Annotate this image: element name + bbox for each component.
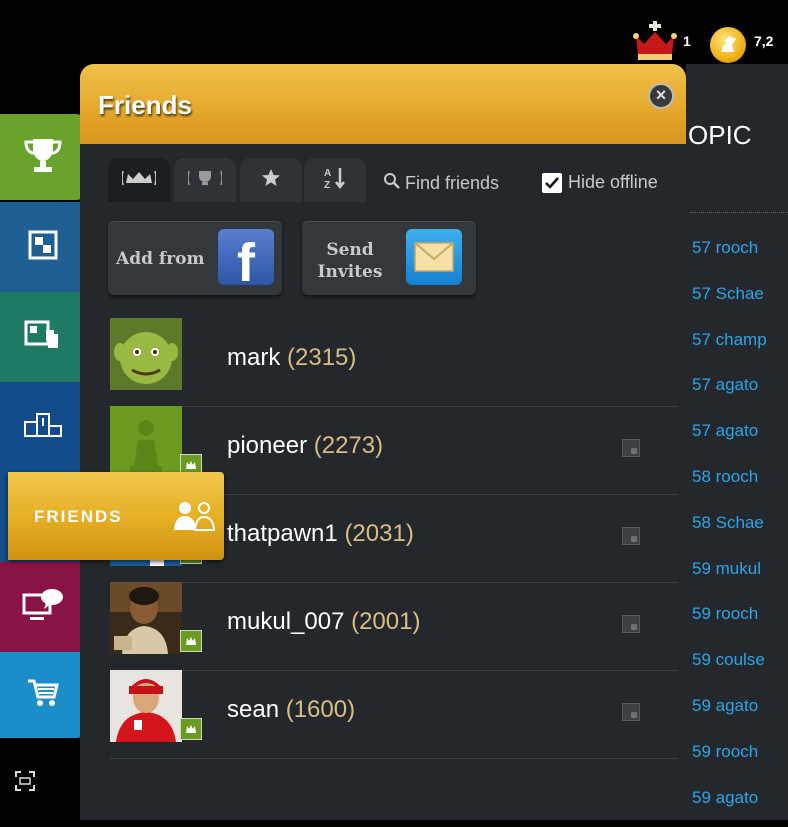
send-invites-button[interactable]: Send Invites bbox=[302, 221, 476, 295]
friend-name[interactable]: sean (1600) bbox=[227, 696, 355, 724]
list-item[interactable]: 57 champ bbox=[692, 324, 767, 370]
facebook-icon: f bbox=[218, 229, 274, 285]
divider bbox=[690, 212, 788, 213]
panel-title: Friends bbox=[98, 90, 192, 120]
king-icon bbox=[121, 169, 157, 192]
top-bar: 1 7,2 bbox=[0, 0, 788, 64]
friend-name[interactable]: pioneer (2273) bbox=[227, 432, 383, 460]
friend-rating: (2273) bbox=[313, 432, 384, 459]
trophy-outline-icon bbox=[187, 169, 223, 192]
coin-icon bbox=[710, 27, 746, 63]
challenge-icon[interactable] bbox=[622, 527, 640, 545]
close-button[interactable]: × bbox=[648, 83, 674, 109]
challenge-icon[interactable] bbox=[622, 703, 640, 721]
friend-row[interactable]: mark (2315) bbox=[110, 318, 678, 407]
friend-row[interactable]: sean (1600) bbox=[110, 670, 678, 759]
nav-shop[interactable] bbox=[0, 652, 86, 738]
crown-count: 1 bbox=[683, 33, 691, 49]
chat-icon bbox=[22, 587, 64, 628]
podium-icon bbox=[23, 412, 63, 443]
challenge-icon[interactable] bbox=[622, 615, 640, 633]
tab-tournament-friends[interactable] bbox=[174, 158, 236, 202]
sort-az-icon: A Z bbox=[323, 166, 347, 195]
nav-chat[interactable] bbox=[0, 562, 86, 652]
friend-row[interactable]: mukul_007 (2001) bbox=[110, 582, 678, 671]
avatar bbox=[110, 670, 182, 742]
list-item[interactable]: 59 rooch bbox=[692, 598, 767, 644]
fullscreen-icon[interactable] bbox=[14, 770, 36, 797]
list-item[interactable]: 58 rooch bbox=[692, 461, 767, 507]
avatar bbox=[110, 582, 182, 654]
list-item[interactable]: 59 agato bbox=[692, 690, 767, 736]
avatar bbox=[110, 318, 182, 390]
hide-offline-checkbox[interactable] bbox=[542, 172, 562, 193]
hide-offline-label: Hide offline bbox=[568, 172, 658, 192]
friend-name[interactable]: mark (2315) bbox=[227, 344, 356, 372]
svg-text:Z: Z bbox=[324, 180, 330, 190]
add-from-label: Add from bbox=[116, 249, 205, 269]
pawn-badge-icon bbox=[180, 630, 202, 652]
friend-name[interactable]: thatpawn1 (2031) bbox=[227, 520, 414, 548]
list-item[interactable]: 58 Schae bbox=[692, 507, 767, 553]
find-friends-link[interactable]: Find friends bbox=[383, 172, 499, 195]
add-from-facebook-button[interactable]: Add from f bbox=[108, 221, 282, 295]
trophy-icon bbox=[23, 135, 63, 180]
list-item[interactable]: 57 rooch bbox=[692, 232, 767, 278]
challenge-icon[interactable] bbox=[622, 439, 640, 457]
nav-leaderboard[interactable] bbox=[0, 382, 86, 472]
friend-rating: (2001) bbox=[351, 608, 421, 635]
crown-icon bbox=[632, 20, 678, 69]
friends-panel: Friends × A Z Find friends Hide offline … bbox=[80, 64, 686, 820]
envelope-icon bbox=[406, 229, 462, 285]
nav-puzzles[interactable] bbox=[0, 292, 86, 382]
avatar bbox=[110, 406, 182, 478]
background-topic-heading: OPIC bbox=[688, 120, 752, 150]
coin-balance: 7,2 bbox=[754, 33, 774, 49]
puzzle-icon bbox=[24, 320, 62, 355]
list-item[interactable]: 57 agato bbox=[692, 415, 767, 461]
friend-name[interactable]: mukul_007 (2001) bbox=[227, 608, 420, 636]
list-item[interactable]: 59 rooch bbox=[692, 736, 767, 782]
search-icon bbox=[383, 172, 401, 195]
svg-text:A: A bbox=[324, 168, 331, 179]
list-item[interactable]: 57 agato bbox=[692, 369, 767, 415]
list-item[interactable]: 59 coulse bbox=[692, 644, 767, 690]
friends-icon bbox=[173, 500, 217, 537]
background-list: 57 rooch 57 Schae 57 champ 57 agato 57 a… bbox=[692, 232, 767, 827]
friend-rating: (2315) bbox=[287, 344, 357, 371]
friend-rating: (1600) bbox=[285, 696, 356, 723]
pawn-badge-icon bbox=[180, 718, 202, 740]
list-item[interactable]: 59 agato bbox=[692, 782, 767, 827]
nav-friends[interactable]: FRIENDS bbox=[8, 472, 224, 560]
list-item[interactable]: 57 Schae bbox=[692, 278, 767, 324]
find-friends-label: Find friends bbox=[405, 173, 500, 193]
board-icon bbox=[28, 230, 58, 265]
tab-sort[interactable]: A Z bbox=[304, 158, 366, 202]
nav-friends-label: FRIENDS bbox=[34, 507, 123, 526]
tab-online-friends[interactable] bbox=[108, 158, 170, 202]
send-invites-label: Send Invites bbox=[317, 240, 383, 282]
nav-trophy[interactable] bbox=[0, 114, 86, 200]
cart-icon bbox=[26, 677, 60, 714]
hide-offline-toggle[interactable]: Hide offline bbox=[542, 172, 658, 193]
nav-play[interactable] bbox=[0, 202, 86, 292]
panel-header: Friends × bbox=[80, 64, 686, 144]
list-item[interactable]: 59 mukul bbox=[692, 553, 767, 599]
star-icon bbox=[261, 168, 281, 193]
close-icon: × bbox=[655, 85, 667, 105]
friend-rating: (2031) bbox=[344, 520, 414, 547]
tab-favorites[interactable] bbox=[240, 158, 302, 202]
